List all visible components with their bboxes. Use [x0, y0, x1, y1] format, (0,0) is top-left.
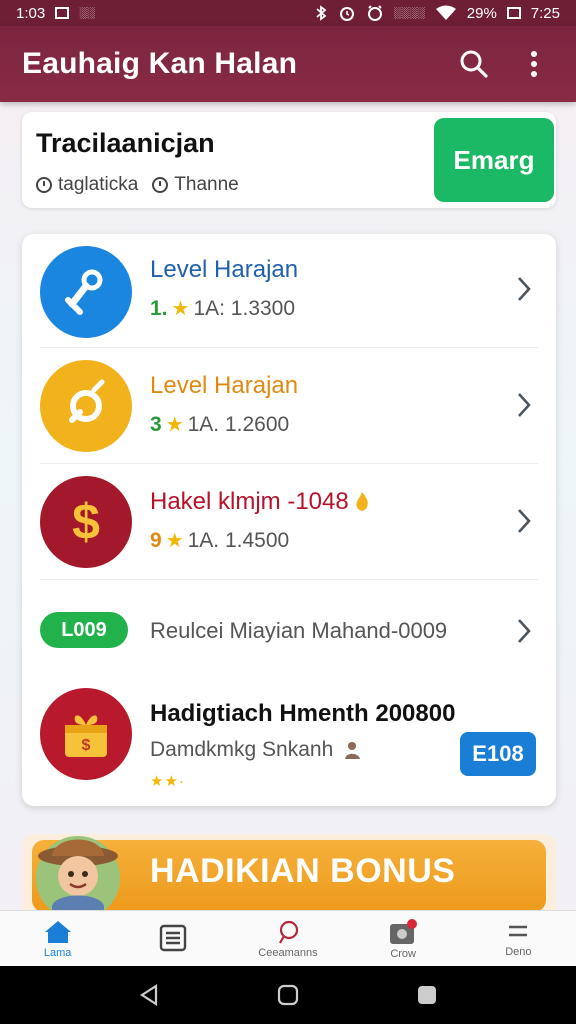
home-icon	[44, 920, 71, 943]
chevron-right-icon	[514, 616, 534, 646]
row-value: 1A. 1.4500	[187, 528, 290, 552]
list-item[interactable]: $ Hakel klmjm -1048 9 ★ 1A. 1.4500	[22, 464, 556, 580]
alarm-icon	[339, 7, 354, 21]
summary-card: Tracilaanicjan taglaticka Thanne Emarg	[22, 112, 556, 208]
row-stats: 1. ★ 1A: 1.3300	[150, 296, 295, 321]
nav-label: Lama	[43, 946, 72, 959]
row-title: Hadigtiach Hmenth 200800	[150, 700, 456, 727]
status-time: 1:03	[16, 4, 46, 22]
chevron-right-icon	[514, 274, 534, 304]
row-title: Level Harajan	[150, 372, 299, 399]
key-icon	[40, 246, 132, 338]
recents-icon[interactable]	[416, 984, 438, 1006]
battery-percent: 29%	[466, 4, 497, 22]
menu-icon	[509, 925, 528, 936]
home-button-icon[interactable]	[276, 983, 300, 1007]
battery-icon	[506, 7, 521, 19]
nav-item-menu[interactable]: Deno	[468, 920, 568, 958]
nav-label: Crow	[390, 947, 416, 960]
nav-item-comments[interactable]: Ceeamanns	[238, 919, 338, 959]
row-stats: 3 ★ 1A. 1.2600	[150, 412, 289, 437]
chevron-right-icon	[514, 506, 534, 536]
row-rank: 9	[150, 528, 162, 552]
row-value: 1A. 1.2600	[187, 412, 290, 436]
list-icon	[159, 924, 186, 951]
star-icon: ★	[165, 414, 184, 436]
notification-icon	[55, 7, 70, 19]
nav-label: Ceeamanns	[258, 946, 318, 959]
summary-meta-2: Thanne	[174, 174, 239, 195]
inbox-icon	[390, 918, 418, 944]
system-nav-bar	[0, 966, 576, 1024]
app-title: Eauhaig Kan Halan	[22, 47, 298, 80]
star-icon: ★	[171, 298, 190, 320]
row-title: Reulcei Miayian Mahand-0009	[150, 618, 448, 643]
status-left: 1:03 ░░	[16, 5, 95, 22]
summary-meta-1: taglaticka	[58, 174, 139, 195]
app-bar: Eauhaig Kan Halan	[0, 26, 576, 102]
row-rank: 3	[150, 412, 162, 436]
status-right: ░░░░ 29% 7:25	[314, 4, 560, 22]
list-item[interactable]: Level Harajan 1. ★ 1A: 1.3300	[22, 234, 556, 348]
row-rank: 1.	[150, 296, 168, 320]
chevron-right-icon	[514, 390, 534, 420]
alarm-clock-icon	[367, 5, 382, 21]
levels-list: Level Harajan 1. ★ 1A: 1.3300 Level Hara…	[22, 234, 556, 806]
star-icon: ★	[165, 530, 184, 552]
clock-icon	[36, 177, 52, 193]
search-icon[interactable]	[454, 44, 494, 84]
bottom-nav: Lama Ceeamanns Crow Deno	[0, 910, 576, 966]
row-stats: 9 ★ 1A. 1.4500	[150, 528, 289, 553]
row-title: Level Harajan	[150, 256, 299, 283]
dollar-icon: $	[40, 476, 132, 568]
claim-button[interactable]: E108	[460, 732, 536, 776]
chat-icon	[279, 920, 299, 944]
summary-title: Tracilaanicjan	[36, 128, 215, 158]
row-subtitle-text: Damdkmkg Snkanh	[150, 738, 334, 761]
status-bar: 1:03 ░░ ░░░░ 29% 7:25	[0, 0, 576, 26]
more-vert-icon[interactable]	[514, 44, 554, 84]
row-title-text: Hakel klmjm -1048	[150, 488, 349, 515]
nav-label: Deno	[505, 945, 532, 958]
row-subtitle: Damdkmkg Snkanh	[150, 738, 363, 762]
svg-text:$: $	[82, 737, 91, 754]
coin-icon	[40, 360, 132, 452]
back-icon[interactable]	[138, 984, 160, 1006]
status-left-text: ░░	[79, 7, 95, 19]
flame-icon	[356, 492, 368, 511]
wifi-icon	[435, 5, 456, 20]
nav-item-inbox[interactable]: Crow	[353, 918, 453, 960]
nav-item-home[interactable]: Lama	[8, 919, 108, 959]
rating-stars: ★★·	[150, 773, 185, 790]
clock-icon	[152, 177, 169, 193]
list-item[interactable]: Level Harajan 3 ★ 1A. 1.2600	[22, 348, 556, 464]
gift-box-icon: $	[40, 688, 132, 780]
level-pill: L009	[40, 612, 128, 648]
status-clock-right: 7:25	[530, 4, 560, 22]
nav-item-list[interactable]	[123, 924, 223, 954]
primary-action-button[interactable]: Emarg	[434, 118, 554, 202]
carrier-text: ░░░░	[393, 7, 425, 19]
list-item[interactable]: $ Hadigtiach Hmenth 200800 Damdkmkg Snka…	[22, 666, 556, 806]
bluetooth-icon	[315, 5, 327, 21]
bonus-label: HADIKIAN BONUS	[150, 852, 456, 890]
row-title: Hakel klmjm -1048	[150, 488, 371, 516]
mascot-avatar	[30, 834, 126, 922]
summary-meta: taglaticka Thanne	[36, 174, 239, 196]
person-icon	[345, 742, 361, 759]
row-value: 1A: 1.3300	[193, 296, 296, 320]
list-item[interactable]: L009 Reulcei Miayian Mahand-0009	[22, 580, 556, 666]
